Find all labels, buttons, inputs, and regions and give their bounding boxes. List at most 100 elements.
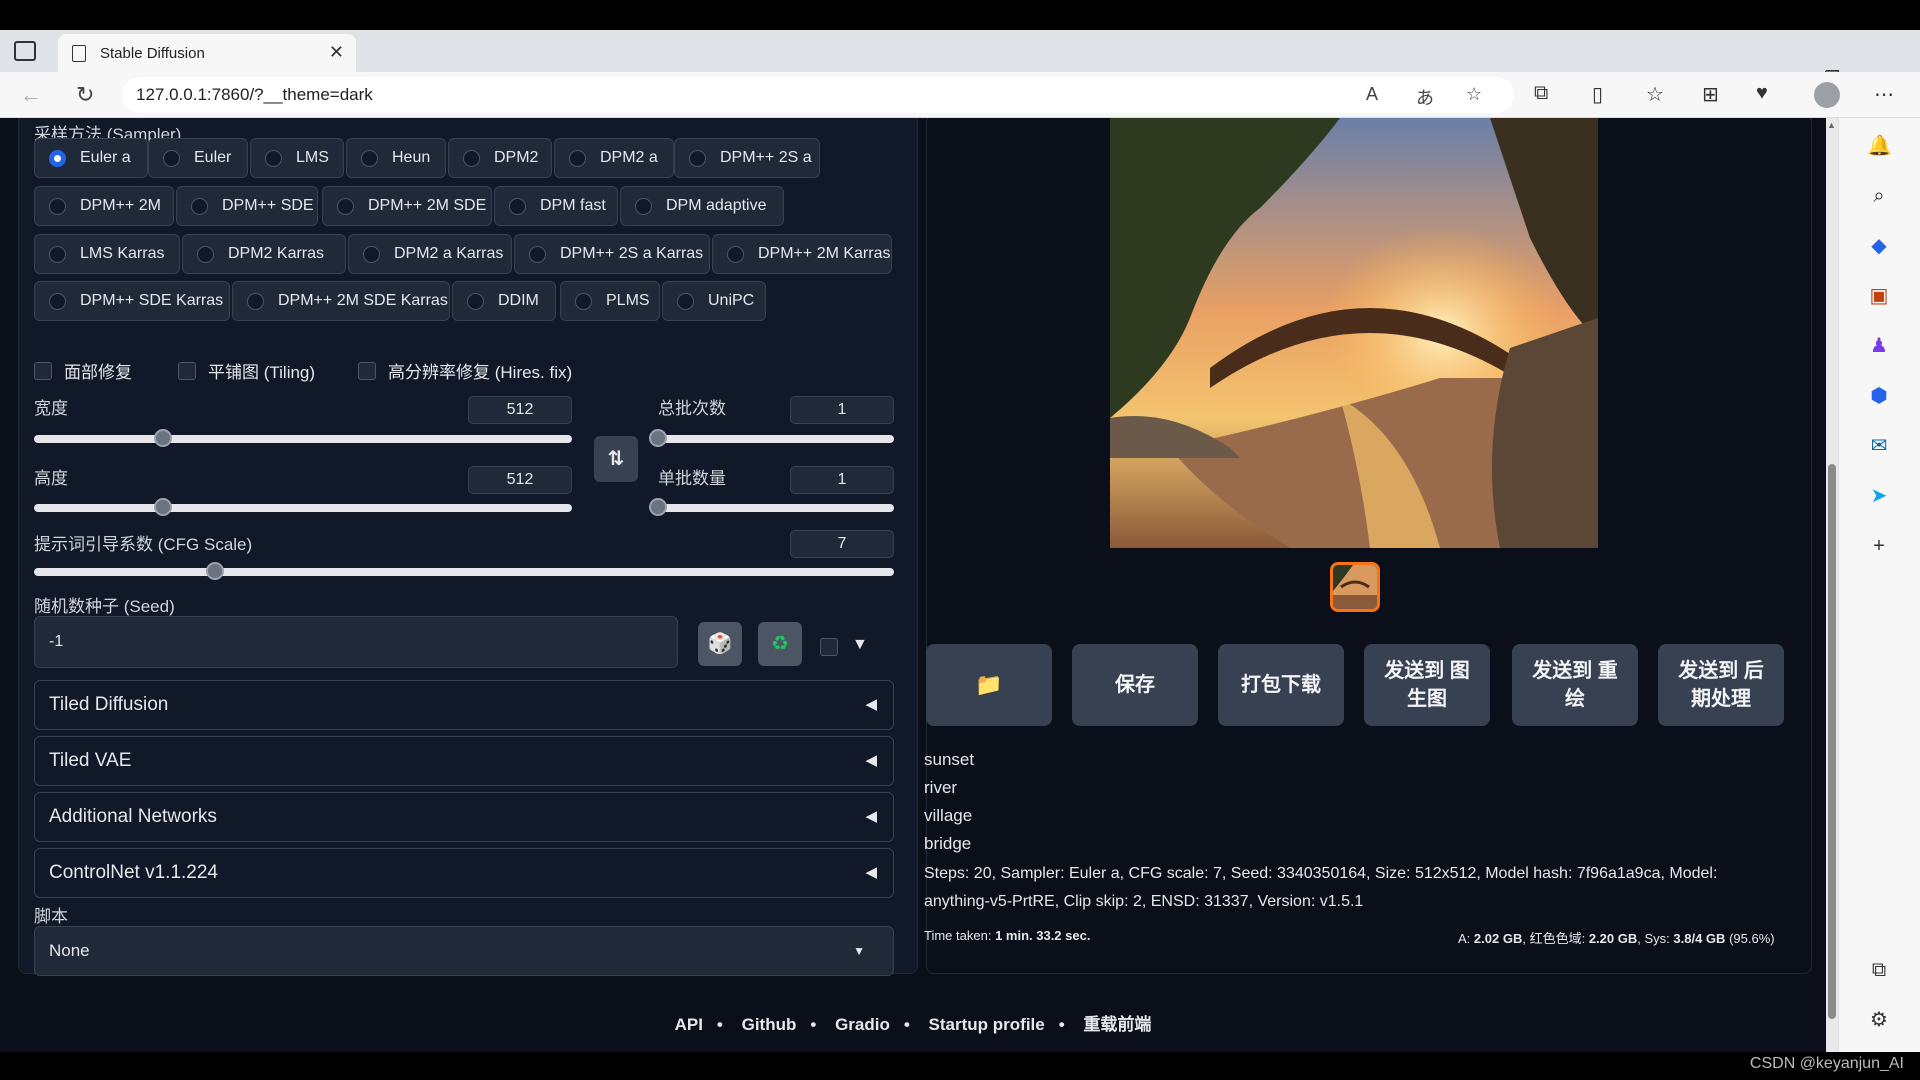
height-slider[interactable] [34,498,572,516]
radio-dot[interactable] [49,245,66,263]
sampler-option[interactable]: Heun [346,138,446,178]
extensions-icon[interactable]: ⧉ [1534,82,1548,105]
settings-gear-icon[interactable]: ⚙ [1867,1008,1891,1032]
refresh-icon[interactable]: ↻ [76,82,94,108]
checkbox-box[interactable] [358,361,376,380]
toolbox-icon[interactable]: ▣ [1867,284,1891,308]
browser-tab[interactable]: Stable Diffusion ✕ [58,34,356,72]
sampler-option[interactable]: Euler a [34,138,148,178]
add-icon[interactable]: + [1867,534,1891,558]
scrollbar-thumb[interactable] [1828,464,1836,1019]
radio-dot[interactable] [265,149,282,167]
sampler-option[interactable]: DDIM [452,281,556,321]
extra-seed-toggle-icon[interactable]: ▼ [852,636,868,654]
send-to-inpaint-button[interactable]: 发送到 重绘 [1512,644,1638,726]
radio-dot[interactable] [197,245,214,263]
radio-dot[interactable] [689,149,706,167]
extra-seed-checkbox[interactable] [820,638,838,656]
screenshot-icon[interactable]: ⧉ [1867,958,1891,982]
office-icon[interactable]: ⬢ [1867,384,1891,408]
profile-avatar[interactable] [1814,82,1840,108]
batch-size-slider[interactable] [649,498,894,516]
games-icon[interactable]: ♟ [1867,334,1891,358]
footer-link-startup-profile[interactable]: Startup profile [929,1015,1045,1034]
sampler-option[interactable]: DPM++ SDE Karras [34,281,230,321]
sampler-option[interactable]: DPM++ 2S a [674,138,820,178]
sampler-option[interactable]: DPM++ 2M [34,186,174,226]
radio-dot[interactable] [463,149,480,167]
sampler-option[interactable]: DPM++ SDE [176,186,318,226]
performance-icon[interactable]: ♥ [1756,82,1768,105]
send-icon[interactable]: ➤ [1867,484,1891,508]
shopping-tag-icon[interactable]: ◆ [1867,234,1891,258]
batch-size-input[interactable]: 1 [790,466,894,494]
radio-dot[interactable] [677,292,694,310]
batch-count-slider[interactable] [649,429,894,447]
radio-dot[interactable] [569,149,586,167]
sampler-option[interactable]: DPM2 a Karras [348,234,512,274]
width-input[interactable]: 512 [468,396,572,424]
address-bar[interactable]: i 127.0.0.1:7860/?__theme=dark [122,77,1514,837]
open-folder-button[interactable]: 📁 [926,644,1052,726]
accordion-controlnet[interactable]: ControlNet v1.1.224 ◀ [34,848,894,898]
send-to-extras-button[interactable]: 发送到 后期处理 [1658,644,1784,726]
cfg-slider[interactable] [34,562,894,580]
sampler-option[interactable]: LMS [250,138,344,178]
slider-knob[interactable] [649,498,667,516]
scroll-up-arrow-icon[interactable]: ▲ [1827,120,1836,130]
radio-dot[interactable] [361,149,378,167]
sampler-option[interactable]: LMS Karras [34,234,180,274]
more-menu-icon[interactable]: ⋯ [1874,82,1894,107]
split-screen-icon[interactable]: ▯ [1592,82,1603,107]
sampler-option[interactable]: DPM2 Karras [182,234,346,274]
batch-count-input[interactable]: 1 [790,396,894,424]
radio-dot[interactable] [727,245,744,263]
radio-dot[interactable] [363,245,380,263]
translate-icon[interactable]: あ [1416,84,1434,110]
slider-knob[interactable] [205,562,224,580]
radio-dot[interactable] [49,292,66,310]
radio-dot[interactable] [575,292,592,310]
sampler-option[interactable]: DPM++ 2M Karras [712,234,892,274]
sampler-option[interactable]: Euler [148,138,248,178]
checkbox-box[interactable] [34,361,52,380]
random-seed-dice-icon[interactable]: 🎲 [698,622,742,666]
radio-dot[interactable] [529,245,546,263]
face-restore-checkbox[interactable]: 面部修复 [34,358,132,383]
cfg-input[interactable]: 7 [790,530,894,558]
sampler-option[interactable]: DPM++ 2M SDE Karras [232,281,450,321]
outlook-icon[interactable]: ✉ [1867,434,1891,458]
favorite-star-icon[interactable]: ☆ [1466,84,1482,105]
back-icon[interactable]: ← [20,82,42,108]
radio-dot[interactable] [191,197,208,215]
footer-link-api[interactable]: API [675,1015,703,1034]
footer-link-gradio[interactable]: Gradio [835,1015,890,1034]
tab-actions-icon[interactable] [14,41,36,61]
slider-knob[interactable] [154,429,173,447]
accordion-additional-networks[interactable]: Additional Networks ◀ [34,792,894,842]
generated-image[interactable] [1110,118,1598,548]
checkbox-box[interactable] [178,361,196,380]
url-text[interactable]: 127.0.0.1:7860/?__theme=dark [136,85,373,105]
bell-icon[interactable]: 🔔 [1867,134,1892,158]
footer-link-reload-ui[interactable]: 重载前端 [1083,1015,1151,1034]
sampler-option[interactable]: UniPC [662,281,766,321]
close-tab-icon[interactable]: ✕ [329,42,344,63]
radio-dot[interactable] [163,149,180,167]
favorites-icon[interactable]: ☆ [1646,82,1664,107]
slider-knob[interactable] [154,498,173,516]
tiling-checkbox[interactable]: 平铺图 (Tiling) [178,358,315,383]
sampler-option[interactable]: DPM adaptive [620,186,784,226]
radio-dot[interactable] [509,197,526,215]
height-input[interactable]: 512 [468,466,572,494]
width-slider[interactable] [34,429,572,447]
radio-dot[interactable] [247,292,264,310]
radio-dot[interactable] [635,197,652,215]
collections-icon[interactable]: ⊞ [1702,82,1719,107]
accordion-tiled-vae[interactable]: Tiled VAE ◀ [34,736,894,786]
accordion-tiled-diffusion[interactable]: Tiled Diffusion ◀ [34,680,894,730]
seed-input[interactable]: -1 [34,616,678,668]
radio-dot[interactable] [49,149,66,167]
swap-dimensions-button[interactable]: ⇅ [594,436,638,482]
radio-dot[interactable] [337,197,354,215]
